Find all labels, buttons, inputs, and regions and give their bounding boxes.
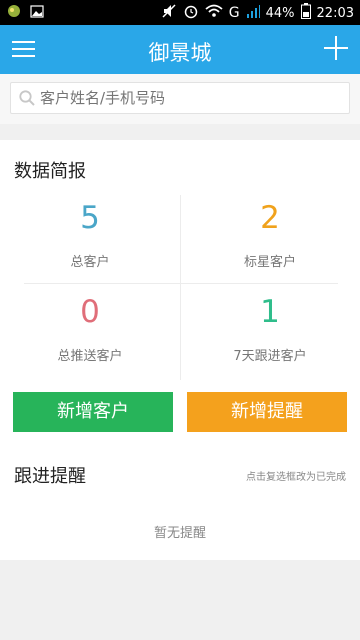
wifi-icon: [205, 4, 223, 22]
summary-title: 数据简报: [14, 161, 86, 182]
page-title: 御景城: [148, 41, 212, 65]
add-reminder-button[interactable]: 新增提醒: [187, 392, 347, 432]
battery-icon: [300, 3, 311, 23]
search-input[interactable]: [40, 87, 340, 109]
clock: 22:03: [316, 5, 354, 21]
stat-followup-customers[interactable]: 1 7天跟进客户: [180, 286, 360, 380]
signal-icon: [246, 4, 260, 22]
stat-total-customers[interactable]: 5 总客户: [0, 192, 180, 286]
empty-state: 暂无提醒: [153, 526, 206, 541]
stat-pushed-customers[interactable]: 0 总推送客户: [0, 286, 180, 380]
followup-title: 跟进提醒: [14, 466, 86, 487]
stat-label: 总推送客户: [57, 349, 123, 364]
stat-value: 0: [80, 294, 100, 330]
app-bar: 御景城: [0, 25, 360, 74]
image-icon: [30, 4, 44, 22]
stat-value: 5: [80, 200, 100, 236]
stat-label: 总客户: [70, 255, 110, 270]
alarm-icon: [183, 3, 199, 23]
stat-label: 标星客户: [243, 255, 296, 270]
stat-value: 1: [260, 294, 280, 330]
app-icon: [7, 4, 21, 22]
network-type: G: [228, 5, 240, 21]
main-panel: 数据简报 5 总客户 2 标星客户 0 总推送客户 1 7天跟进客户 新增客户 …: [0, 140, 360, 560]
stat-value: 2: [260, 200, 280, 236]
mute-icon: [161, 3, 177, 23]
battery-percent: 44%: [265, 5, 295, 21]
status-bar: G 44% 22:03: [0, 0, 360, 25]
followup-hint: 点击复选框改为已完成: [246, 472, 346, 483]
stats-grid: 5 总客户 2 标星客户 0 总推送客户 1 7天跟进客户: [0, 192, 360, 380]
add-customer-button[interactable]: 新增客户: [13, 392, 173, 432]
search-icon: [18, 89, 36, 107]
search-bar-container: [0, 74, 360, 124]
add-button[interactable]: [324, 36, 348, 60]
stat-label: 7天跟进客户: [233, 349, 307, 364]
search-bar[interactable]: [10, 82, 350, 114]
stat-starred-customers[interactable]: 2 标星客户: [180, 192, 360, 286]
